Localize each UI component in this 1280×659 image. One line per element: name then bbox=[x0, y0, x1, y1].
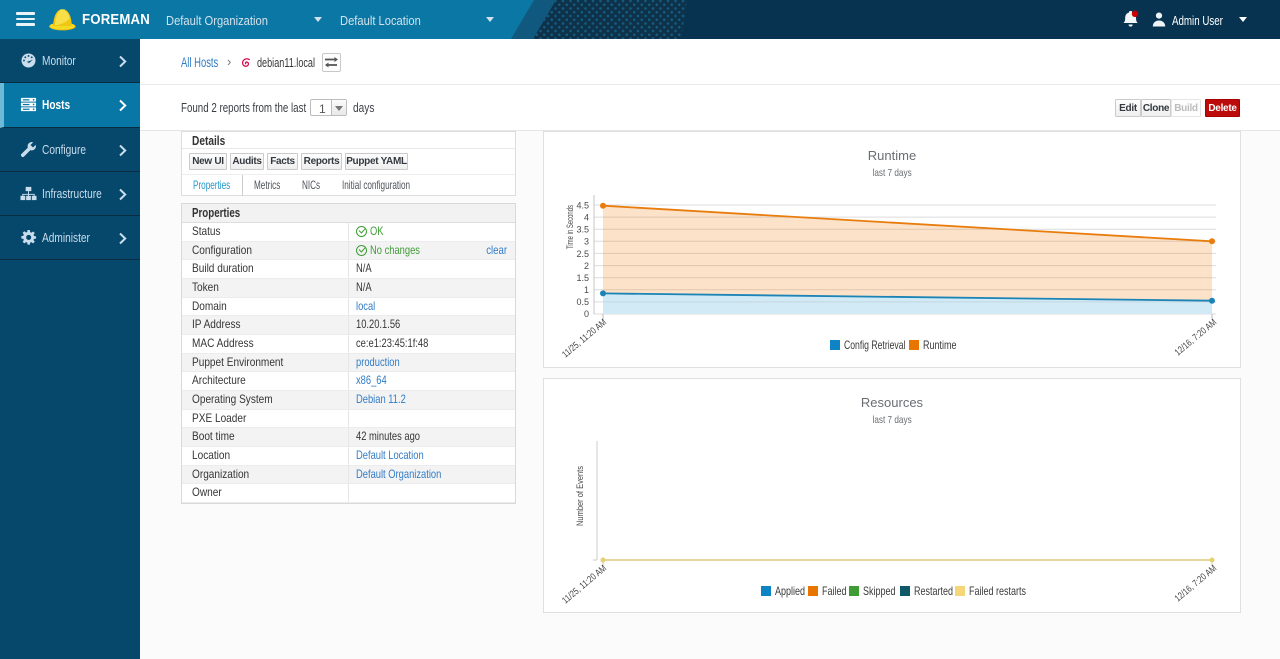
svg-text:1: 1 bbox=[584, 285, 589, 295]
svg-text:3.5: 3.5 bbox=[576, 225, 589, 235]
svg-text:4.5: 4.5 bbox=[576, 201, 589, 211]
svg-text:0: 0 bbox=[584, 309, 589, 319]
svg-text:3: 3 bbox=[584, 237, 589, 247]
svg-text:0.5: 0.5 bbox=[576, 297, 589, 307]
svg-text:4: 4 bbox=[584, 213, 589, 223]
svg-text:Number of Events: Number of Events bbox=[575, 466, 585, 526]
svg-text:1.5: 1.5 bbox=[576, 273, 589, 283]
svg-text:Time in Seconds: Time in Seconds bbox=[565, 205, 575, 249]
svg-text:2: 2 bbox=[584, 261, 589, 271]
svg-text:2.5: 2.5 bbox=[576, 249, 589, 259]
